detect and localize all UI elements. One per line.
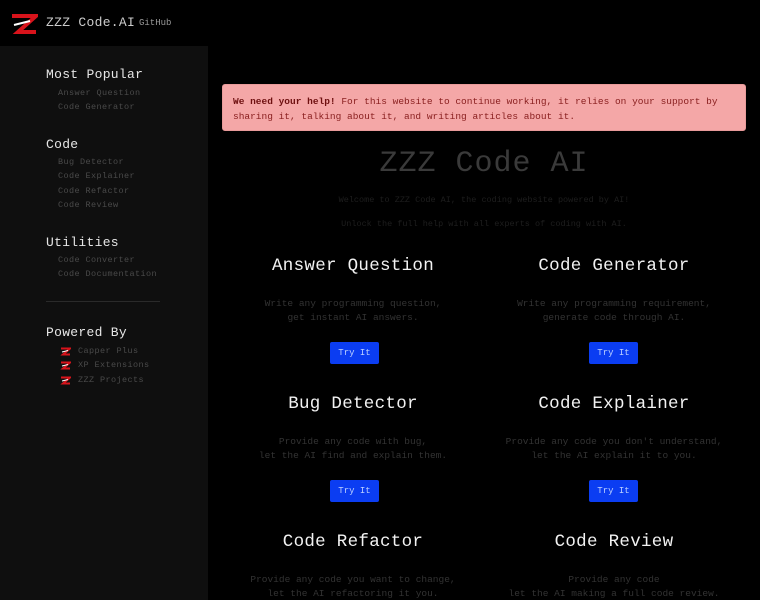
card-description-bug-detector: Provide any code with bug, let the AI fi… xyxy=(222,435,484,463)
card-title-code-review: Code Review xyxy=(554,532,674,552)
sidebar-link-bug-detector[interactable]: Bug Detector xyxy=(58,157,124,167)
sidebar-link-code-converter[interactable]: Code Converter xyxy=(58,255,135,265)
powered-by-zzz-projects[interactable]: ZZZ Projects xyxy=(60,374,144,386)
zzz-logo-icon xyxy=(60,361,71,369)
card-title-answer-question: Answer Question xyxy=(271,256,435,276)
powered-by-xp-extensions[interactable]: XP Extensions xyxy=(60,359,150,371)
powered-by-capper-plus[interactable]: Capper Plus xyxy=(60,345,139,357)
try-it-button-code-explainer[interactable]: Try It xyxy=(589,480,638,502)
card-description-line: Provide any code you want to change, xyxy=(250,574,456,585)
hero-subtitle-line-2: Unlock the full help with all experts of… xyxy=(341,219,627,229)
zzz-logo-icon xyxy=(60,376,71,384)
sidebar-divider xyxy=(46,301,160,302)
card-description-code-generator: Write any programming requirement, gener… xyxy=(483,297,745,325)
powered-by-label: ZZZ Projects xyxy=(78,375,145,385)
sidebar xyxy=(0,46,208,600)
card-description-line: let the AI explain it to you. xyxy=(531,450,697,461)
powered-by-label: Capper Plus xyxy=(78,346,139,356)
card-description-code-review: Provide any code let the AI making a ful… xyxy=(483,573,745,600)
alert-heading: We need your help! xyxy=(233,96,336,107)
page-title: ZZZ Code AI xyxy=(379,147,589,181)
card-description-line: Provide any code xyxy=(568,574,660,585)
card-description-line: Write any programming question, xyxy=(264,298,442,309)
hero-subtitle-line-1: Welcome to ZZZ Code AI, the coding websi… xyxy=(338,195,630,205)
card-description-code-explainer: Provide any code you don't understand, l… xyxy=(483,435,745,463)
try-it-button-answer-question[interactable]: Try It xyxy=(330,342,379,364)
card-description-answer-question: Write any programming question, get inst… xyxy=(222,297,484,325)
card-description-line: generate code through AI. xyxy=(542,312,686,323)
sidebar-section-most-popular: Most Popular xyxy=(46,67,144,82)
zzz-logo-icon xyxy=(60,347,71,355)
sidebar-link-code-explainer[interactable]: Code Explainer xyxy=(58,171,135,181)
support-alert-banner: We need your help! For this website to c… xyxy=(222,84,746,131)
sidebar-section-utilities: Utilities xyxy=(46,235,119,250)
github-link[interactable]: GitHub xyxy=(139,18,171,28)
card-description-line: Provide any code with bug, xyxy=(278,436,428,447)
card-title-code-explainer: Code Explainer xyxy=(538,394,690,414)
card-description-line: Provide any code you don't understand, xyxy=(505,436,723,447)
sidebar-link-code-documentation[interactable]: Code Documentation xyxy=(58,269,157,279)
powered-by-label: XP Extensions xyxy=(78,360,150,370)
sidebar-link-code-refactor[interactable]: Code Refactor xyxy=(58,186,130,196)
card-description-line: let the AI refactoring it you. xyxy=(267,588,439,599)
card-description-line: get instant AI answers. xyxy=(287,312,419,323)
card-title-code-refactor: Code Refactor xyxy=(282,532,424,552)
card-description-line: Write any programming requirement, xyxy=(517,298,711,309)
card-description-line: let the AI making a full code review. xyxy=(508,588,720,599)
sidebar-section-code: Code xyxy=(46,137,79,152)
card-title-bug-detector: Bug Detector xyxy=(288,394,418,414)
brand-link[interactable]: ZZZ Code.AI xyxy=(46,15,135,30)
zzz-logo-icon[interactable] xyxy=(10,13,38,35)
try-it-button-code-generator[interactable]: Try It xyxy=(589,342,638,364)
sidebar-link-answer-question[interactable]: Answer Question xyxy=(58,88,141,98)
sidebar-link-code-review[interactable]: Code Review xyxy=(58,200,119,210)
top-navbar: ZZZ Code.AI GitHub xyxy=(0,0,760,46)
try-it-button-bug-detector[interactable]: Try It xyxy=(330,480,379,502)
sidebar-link-code-generator[interactable]: Code Generator xyxy=(58,102,135,112)
sidebar-section-powered-by: Powered By xyxy=(46,325,128,340)
card-title-code-generator: Code Generator xyxy=(538,256,690,276)
card-description-code-refactor: Provide any code you want to change, let… xyxy=(222,573,484,600)
card-description-line: let the AI find and explain them. xyxy=(258,450,448,461)
